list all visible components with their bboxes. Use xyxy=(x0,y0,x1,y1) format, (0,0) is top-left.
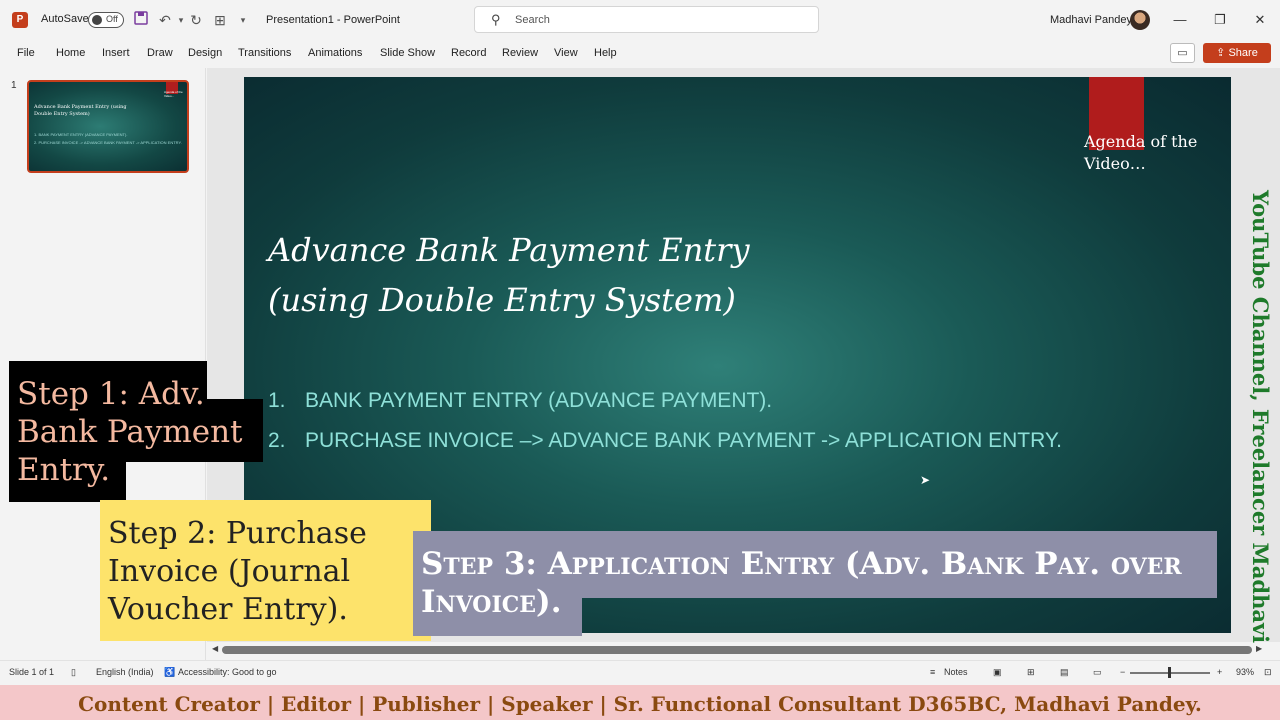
toggle-knob xyxy=(92,15,102,25)
share-button[interactable]: ⇪ Share xyxy=(1203,43,1271,63)
step2-text: Step 2: Purchase Invoice (Journal Vouche… xyxy=(108,516,367,627)
notes-icon: ≡ xyxy=(930,667,936,677)
document-title: Presentation1 - PowerPoint xyxy=(266,14,400,26)
slide-counter: Slide 1 of 1 xyxy=(9,667,55,677)
tab-home[interactable]: Home xyxy=(56,47,85,59)
minimize-button[interactable]: — xyxy=(1170,10,1190,30)
scroll-left-icon[interactable]: ◀ xyxy=(212,644,218,653)
tab-record[interactable]: Record xyxy=(451,47,486,59)
autosave-toggle[interactable]: Off xyxy=(88,12,124,28)
list-item-text: PURCHASE INVOICE –> ADVANCE BANK PAYMENT… xyxy=(305,429,1062,452)
slide-title[interactable]: Advance Bank Payment Entry (using Double… xyxy=(268,225,750,325)
tab-view[interactable]: View xyxy=(554,47,578,59)
tab-review[interactable]: Review xyxy=(502,47,538,59)
step1-caption: Step 1: Adv. Bank Payment Entry. xyxy=(9,361,263,502)
footer-text: Content Creator | Editor | Publisher | S… xyxy=(78,692,1202,716)
share-icon: ⇪ xyxy=(1216,47,1229,59)
status-bar: Slide 1 of 1 ▯ English (India) ♿ Accessi… xyxy=(0,660,1280,684)
comments-button[interactable]: ▭ xyxy=(1170,43,1195,63)
slide-thumbnail-number: 1 xyxy=(11,80,17,91)
slide-thumbnail[interactable]: Agenda of the Video... Advance Bank Paym… xyxy=(27,80,189,173)
step1-text: Step 1: Adv. Bank Payment Entry. xyxy=(17,376,243,488)
share-label: Share xyxy=(1228,47,1258,59)
present-icon[interactable]: ⊞ xyxy=(211,11,229,29)
spelling-icon[interactable]: ▯ xyxy=(71,667,76,678)
comment-icon: ▭ xyxy=(1177,47,1188,59)
list-item-number: 1. xyxy=(268,389,286,412)
powerpoint-logo-icon: P xyxy=(12,12,28,28)
title-bar: P AutoSave Off ↶ ▾ ↻ ⊞ ▾ Presentation1 -… xyxy=(0,0,1280,40)
tab-help[interactable]: Help xyxy=(594,47,617,59)
scroll-right-icon[interactable]: ▶ xyxy=(1256,644,1262,653)
tab-draw[interactable]: Draw xyxy=(147,47,173,59)
horizontal-scrollbar[interactable]: ◀ ▶ xyxy=(212,644,1265,655)
thumbnail-item: 1. BANK PAYMENT ENTRY (ADVANCE PAYMENT). xyxy=(34,132,128,137)
customize-toolbar-icon[interactable]: ▾ xyxy=(234,11,252,29)
fit-to-window-icon[interactable]: ⊡ xyxy=(1264,667,1272,678)
user-name[interactable]: Madhavi Pandey xyxy=(1050,14,1132,26)
step3-caption: Step 3: Application Entry (Adv. Bank Pay… xyxy=(413,531,1217,636)
accessibility-icon: ♿ xyxy=(164,667,176,677)
reading-view-icon[interactable]: ▤ xyxy=(1060,667,1069,678)
autosave-label: AutoSave xyxy=(41,13,89,25)
redo-icon[interactable]: ↻ xyxy=(187,11,205,29)
scrollbar-thumb[interactable] xyxy=(222,646,1252,654)
save-icon[interactable] xyxy=(132,11,150,29)
zoom-in-icon[interactable]: + xyxy=(1217,667,1222,677)
thumbnail-title: Advance Bank Payment Entry (using Double… xyxy=(34,104,127,117)
zoom-level[interactable]: 93% xyxy=(1236,667,1254,677)
search-box[interactable]: ⚲ Search xyxy=(474,6,819,33)
tab-insert[interactable]: Insert xyxy=(102,47,130,59)
autosave-state: Off xyxy=(106,14,118,24)
language-indicator[interactable]: English (India) xyxy=(96,667,154,677)
thumbnail-agenda: Agenda of the Video... xyxy=(164,90,183,98)
slideshow-icon[interactable]: ▭ xyxy=(1093,667,1102,678)
list-item-number: 2. xyxy=(268,429,286,452)
slide-sorter-icon[interactable]: ⊞ xyxy=(1027,667,1035,678)
list-item-text: BANK PAYMENT ENTRY (ADVANCE PAYMENT). xyxy=(305,389,773,412)
search-icon: ⚲ xyxy=(491,12,501,27)
tab-slide-show[interactable]: Slide Show xyxy=(380,47,435,59)
step3-text: Step 3: Application Entry (Adv. Bank Pay… xyxy=(421,546,1182,620)
normal-view-icon[interactable]: ▣ xyxy=(993,667,1002,678)
zoom-out-icon[interactable]: − xyxy=(1120,667,1125,677)
tab-transitions[interactable]: Transitions xyxy=(238,47,291,59)
maximize-button[interactable]: ❐ xyxy=(1210,10,1230,30)
footer-banner: Content Creator | Editor | Publisher | S… xyxy=(0,685,1280,720)
zoom-slider-knob[interactable] xyxy=(1168,667,1171,678)
accessibility-status[interactable]: Accessibility: Good to go xyxy=(178,667,277,677)
avatar[interactable] xyxy=(1130,10,1150,30)
tab-animations[interactable]: Animations xyxy=(308,47,362,59)
step2-caption: Step 2: Purchase Invoice (Journal Vouche… xyxy=(100,500,431,641)
notes-button[interactable]: Notes xyxy=(944,667,968,677)
mouse-cursor-icon: ➤ xyxy=(920,473,931,487)
search-placeholder: Search xyxy=(515,14,550,26)
tab-file[interactable]: File xyxy=(17,47,35,59)
youtube-channel-watermark: YouTube Channel, Freelancer Madhavi xyxy=(1248,190,1273,644)
close-button[interactable]: ✕ xyxy=(1250,10,1270,30)
ribbon-tabs: File Home Insert Draw Design Transitions… xyxy=(0,40,1280,68)
slide-title-line1: Advance Bank Payment Entry xyxy=(268,231,750,269)
tab-design[interactable]: Design xyxy=(188,47,222,59)
thumbnail-item: 2. PURCHASE INVOICE -> ADVANCE BANK PAYM… xyxy=(34,140,182,145)
agenda-text[interactable]: Agenda of the Video… xyxy=(1084,131,1224,175)
slide-title-line2: (using Double Entry System) xyxy=(268,281,736,319)
